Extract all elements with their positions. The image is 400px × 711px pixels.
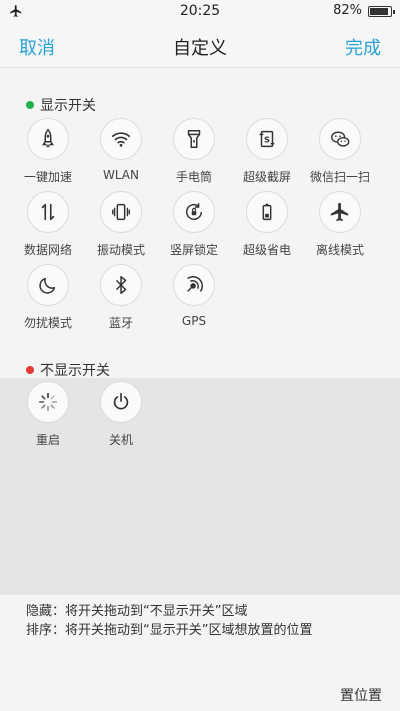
switch-button[interactable] [173, 118, 215, 160]
airplane-icon [330, 202, 349, 222]
switch-label: 关机 [108, 433, 133, 447]
switch-label: 手电筒 [175, 170, 212, 184]
shown-dot [26, 101, 34, 109]
switch-label: GPS [181, 314, 207, 328]
switch-button[interactable] [27, 264, 69, 306]
mobile-data-icon [41, 203, 55, 221]
switch-button[interactable] [27, 118, 69, 160]
vibrate-icon [112, 203, 130, 221]
switch-bluetooth[interactable]: 蓝牙 [83, 264, 159, 334]
header-bar: 取消 自定义 完成 [0, 24, 400, 68]
svg-text:S: S [264, 135, 270, 145]
reset-position-button[interactable]: 置位置 [340, 685, 382, 705]
switch-button[interactable] [27, 381, 69, 423]
bluetooth-icon [115, 276, 127, 294]
switch-label: 勿扰模式 [23, 316, 72, 330]
wifi-icon [111, 132, 131, 147]
switch-label: WLAN [102, 168, 139, 182]
flashlight-icon [187, 130, 201, 148]
shown-section-header: 显示开关 [26, 95, 96, 115]
switch-wifi[interactable]: WLAN [83, 118, 159, 188]
battery-percent: 82% [333, 3, 362, 18]
switch-button[interactable] [246, 191, 288, 233]
switch-button[interactable] [319, 191, 361, 233]
switch-wechat[interactable]: 微信扫一扫 [302, 118, 378, 188]
screenshot-icon: S [259, 130, 275, 148]
instructions: 隐藏：将开关拖动到“不显示开关”区域 排序：将开关拖动到“显示开关”区域想放置的… [26, 602, 312, 640]
instruction-sort: 排序：将开关拖动到“显示开关”区域想放置的位置 [26, 623, 313, 638]
switch-button[interactable] [27, 191, 69, 233]
switch-label: 振动模式 [96, 243, 145, 257]
switch-button[interactable] [100, 191, 142, 233]
hidden-section-title: 不显示开关 [40, 363, 110, 379]
hidden-dot [26, 366, 34, 374]
switch-label: 数据网络 [23, 243, 72, 257]
switch-button[interactable] [173, 191, 215, 233]
switch-rotation-lock[interactable]: 竖屏锁定 [156, 191, 232, 261]
hidden-section-header: 不显示开关 [26, 360, 110, 380]
page-title: 自定义 [173, 38, 227, 59]
switch-label: 微信扫一扫 [309, 170, 370, 184]
switch-button[interactable] [173, 264, 215, 306]
wechat-icon [331, 131, 350, 147]
done-button[interactable]: 完成 [345, 34, 381, 60]
switch-button[interactable] [100, 264, 142, 306]
switch-vibrate[interactable]: 振动模式 [83, 191, 159, 261]
switch-gps[interactable]: GPS [156, 264, 232, 334]
switch-moon[interactable]: 勿扰模式 [10, 264, 86, 334]
switch-label: 超级截屏 [242, 170, 291, 184]
power-icon [113, 392, 129, 410]
switch-label: 超级省电 [242, 243, 291, 257]
switch-button[interactable] [100, 381, 142, 423]
switch-restart[interactable]: 重启 [10, 381, 86, 451]
switch-rocket[interactable]: 一键加速 [10, 118, 86, 188]
switch-label: 一键加速 [23, 170, 72, 184]
switch-label: 竖屏锁定 [169, 243, 218, 257]
gps-icon [187, 276, 203, 292]
moon-icon [39, 277, 56, 294]
switch-label: 重启 [35, 433, 60, 447]
switch-label: 蓝牙 [108, 316, 133, 330]
switch-flashlight[interactable]: 手电筒 [156, 118, 232, 188]
switch-screenshot[interactable]: S 超级截屏 [229, 118, 305, 188]
switch-battery-saver[interactable]: 超级省电 [229, 191, 305, 261]
switch-button[interactable]: S [246, 118, 288, 160]
switch-label: 离线模式 [315, 243, 364, 257]
switch-button[interactable] [319, 118, 361, 160]
switch-button[interactable] [100, 118, 142, 160]
instruction-hide: 隐藏：将开关拖动到“不显示开关”区域 [26, 604, 248, 619]
switch-power[interactable]: 关机 [83, 381, 159, 451]
battery-icon [368, 6, 395, 17]
status-bar: 20:25 82% [0, 0, 400, 24]
shown-section-title: 显示开关 [40, 98, 96, 114]
restart-icon [38, 392, 58, 412]
rotation-lock-icon [186, 203, 203, 220]
switch-airplane[interactable]: 离线模式 [302, 191, 378, 261]
battery-saver-icon [262, 203, 272, 221]
switch-mobile-data[interactable]: 数据网络 [10, 191, 86, 261]
rocket-icon [42, 128, 54, 148]
